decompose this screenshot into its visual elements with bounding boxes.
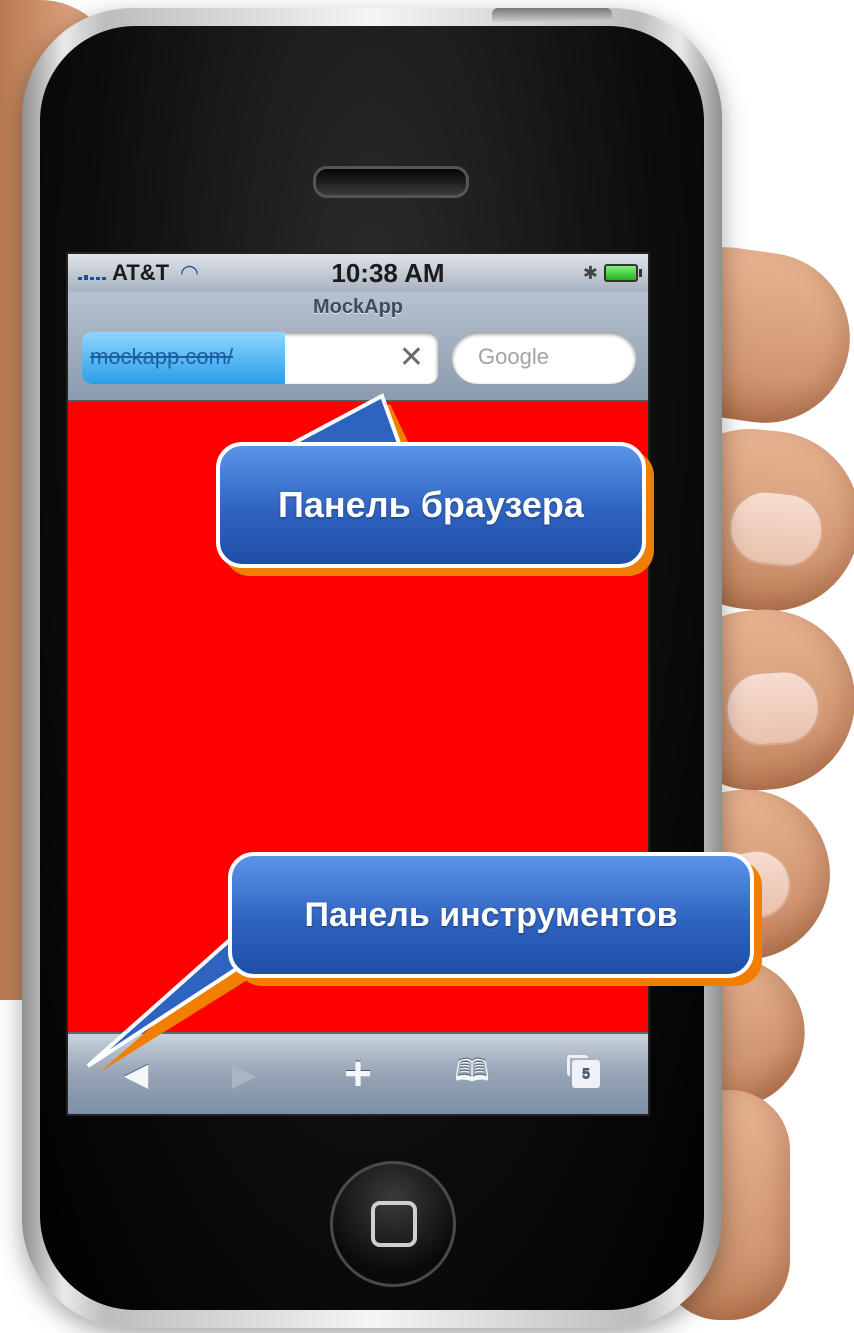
- bookmarks-button[interactable]: 🕮: [442, 1052, 502, 1096]
- back-arrow-icon: ◀: [123, 1056, 149, 1092]
- status-bar: AT&T ◠ 10:38 AM ✱: [68, 254, 648, 292]
- earpiece-speaker: [313, 166, 469, 198]
- add-button[interactable]: +: [328, 1048, 388, 1101]
- book-icon: 🕮: [454, 1054, 490, 1088]
- home-square-icon: [371, 1201, 417, 1247]
- plus-icon: +: [343, 1047, 373, 1101]
- bluetooth-icon: ✱: [582, 262, 598, 283]
- pages-icon: 5: [567, 1055, 600, 1088]
- callout-toolbar: Панель инструментов: [228, 852, 754, 978]
- signal-strength-icon: [78, 266, 106, 280]
- fingernail: [725, 487, 827, 571]
- page-title: MockApp: [313, 296, 403, 318]
- search-placeholder: Google: [478, 344, 549, 369]
- url-text: mockapp.com/: [90, 344, 234, 369]
- forward-arrow-icon: ▶: [231, 1056, 257, 1092]
- pages-count: 5: [581, 1065, 591, 1083]
- sleep-button[interactable]: [492, 8, 612, 22]
- status-right-icons: ✱: [568, 262, 642, 284]
- back-button[interactable]: ◀: [106, 1052, 166, 1096]
- callout-browser-bar-label: Панель браузера: [278, 484, 584, 525]
- search-field[interactable]: Google: [452, 332, 636, 384]
- forward-button[interactable]: ▶: [214, 1052, 274, 1096]
- toolbar: ◀ ▶ + 🕮 5: [68, 1032, 648, 1114]
- status-time: 10:38 AM: [331, 257, 445, 288]
- battery-icon: [604, 264, 642, 282]
- pages-button[interactable]: 5: [556, 1052, 616, 1096]
- home-button[interactable]: [330, 1161, 456, 1287]
- callout-toolbar-label: Панель инструментов: [304, 895, 678, 934]
- url-field[interactable]: mockapp.com/ ✕: [82, 332, 438, 384]
- browser-bar: MockApp mockapp.com/ ✕ Google: [68, 292, 648, 402]
- clear-icon[interactable]: ✕: [399, 340, 424, 375]
- fingernail: [723, 667, 823, 749]
- phone-screen: AT&T ◠ 10:38 AM ✱ MockApp mockapp.com/ ✕…: [66, 252, 650, 1116]
- carrier-name: AT&T: [112, 260, 170, 285]
- wifi-icon: ◠: [181, 260, 198, 285]
- callout-browser-bar: Панель браузера: [216, 442, 646, 568]
